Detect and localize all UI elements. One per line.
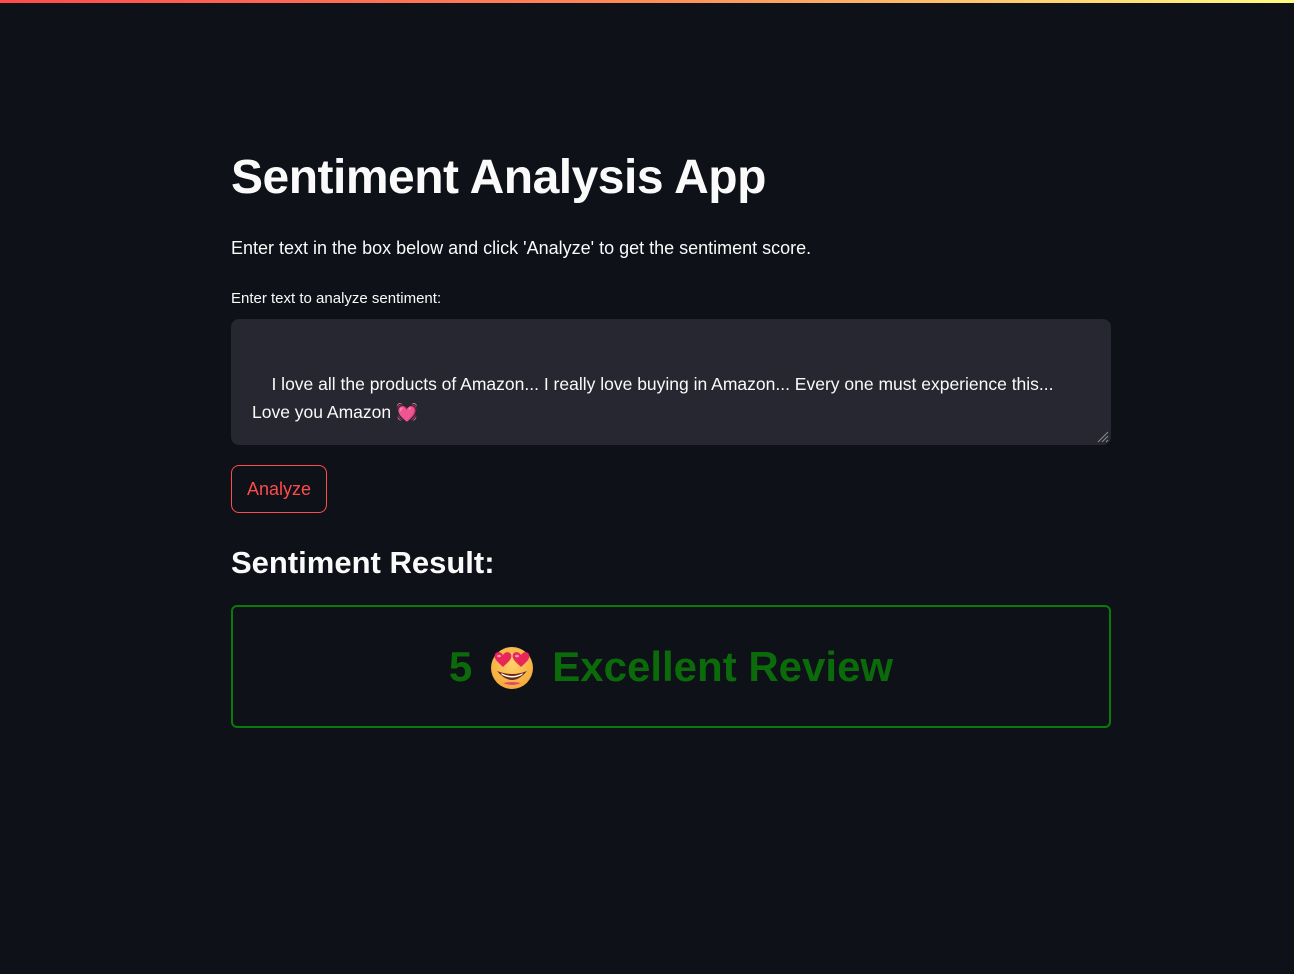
page-title: Sentiment Analysis App bbox=[231, 151, 766, 204]
result-score: 5 bbox=[448, 642, 473, 690]
text-input-value: I love all the products of Amazon... I r… bbox=[252, 374, 1059, 422]
text-input-label: Enter text to analyze sentiment: bbox=[231, 290, 442, 307]
star-struck-face-icon bbox=[491, 646, 534, 689]
intro-text: Enter text in the box below and click 'A… bbox=[231, 238, 812, 258]
analyze-button[interactable]: Analyze bbox=[231, 465, 328, 513]
result-heading: Sentiment Result: bbox=[231, 545, 495, 580]
result-description: Excellent Review bbox=[552, 642, 894, 690]
resize-handle-icon[interactable] bbox=[1095, 429, 1109, 443]
sentiment-text-input[interactable]: I love all the products of Amazon... I r… bbox=[231, 319, 1111, 445]
top-decoration-bar bbox=[0, 0, 1294, 3]
sentiment-result-box: 5 Excellent Review bbox=[231, 605, 1111, 728]
